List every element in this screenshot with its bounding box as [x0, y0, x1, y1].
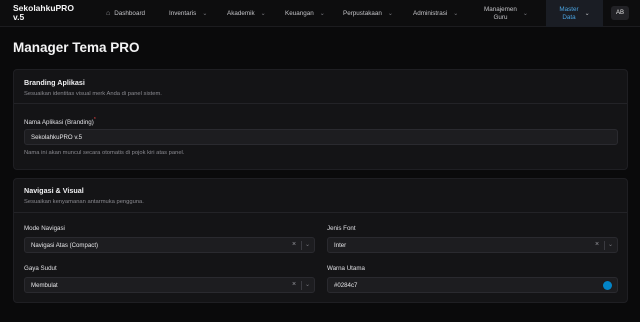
app-name-input[interactable]: SekolahkuPRO v.5 [24, 129, 618, 145]
chevron-down-icon: ⌄ [319, 11, 325, 17]
nav-manajemen-label-1: Manajemen [484, 5, 517, 13]
nav-keuangan[interactable]: Keuangan ⌄ [285, 0, 325, 27]
warna-utama-input[interactable]: #0284c7 [327, 277, 618, 293]
nav-dashboard[interactable]: ⌂ Dashboard [106, 0, 145, 27]
nav-inventaris-label: Inventaris [169, 10, 197, 17]
warna-utama-label: Warna Utama [327, 265, 365, 272]
select-divider [301, 241, 302, 250]
nav-keuangan-label: Keuangan [285, 10, 314, 17]
nav-dashboard-label: Dashboard [114, 10, 146, 17]
chevron-down-icon[interactable]: ⌄ [305, 281, 310, 288]
chevron-down-icon: ⌄ [387, 11, 393, 17]
required-marker: * [93, 117, 96, 123]
jenis-font-value: Inter [334, 241, 347, 249]
top-navbar: SekolahkuPRO v.5 ⌂ Dashboard Inventaris … [0, 0, 640, 27]
chevron-down-icon: ⌄ [202, 11, 208, 17]
mode-navigasi-label: Mode Navigasi [24, 225, 65, 232]
chevron-down-icon: ⌄ [260, 11, 266, 17]
brand-version: v.5 [13, 12, 25, 22]
warna-utama-value: #0284c7 [334, 281, 358, 289]
nav-inventaris[interactable]: Inventaris ⌄ [169, 0, 207, 27]
nav-perpustakaan[interactable]: Perpustakaan ⌄ [343, 0, 393, 27]
app-name-help: Nama ini akan muncul secara otomatis di … [24, 150, 185, 156]
nav-manajemen-guru[interactable]: Manajemen Guru ⌄ [484, 0, 528, 27]
chevron-down-icon[interactable]: ⌄ [608, 241, 613, 248]
select-divider [301, 281, 302, 290]
nav-akademik[interactable]: Akademik ⌄ [227, 0, 266, 27]
chevron-down-icon[interactable]: ⌄ [305, 241, 310, 248]
close-icon[interactable]: × [292, 241, 296, 248]
nav-administrasi[interactable]: Administrasi ⌄ [413, 0, 458, 27]
jenis-font-label: Jenis Font [327, 225, 356, 232]
house-icon: ⌂ [106, 10, 111, 17]
navigasi-subtitle: Sesuaikan kenyamanan antarmuka pengguna. [24, 199, 144, 205]
jenis-font-select[interactable]: Inter × ⌄ [327, 237, 618, 253]
branding-subtitle: Sesuaikan identitas visual merk Anda di … [24, 91, 162, 97]
branding-title: Branding Aplikasi [24, 78, 85, 87]
branding-card: Branding Aplikasi Sesuaikan identitas vi… [13, 69, 628, 170]
gaya-sudut-value: Membulat [31, 281, 58, 289]
gaya-sudut-select[interactable]: Membulat × ⌄ [24, 277, 315, 293]
color-swatch[interactable] [603, 281, 612, 290]
branding-card-header: Branding Aplikasi Sesuaikan identitas vi… [14, 70, 627, 104]
page-title: Manager Tema PRO [13, 40, 140, 55]
navigasi-card: Navigasi & Visual Sesuaikan kenyamanan a… [13, 178, 628, 303]
close-icon[interactable]: × [292, 281, 296, 288]
navigasi-title: Navigasi & Visual [24, 186, 84, 195]
app-name-label-text: Nama Aplikasi (Branding) [24, 119, 94, 127]
navigasi-card-header: Navigasi & Visual Sesuaikan kenyamanan a… [14, 179, 627, 213]
nav-master-label-1: Master [559, 5, 579, 13]
chevron-down-icon: ⌄ [453, 11, 459, 17]
gaya-sudut-label: Gaya Sudut [24, 265, 57, 272]
avatar[interactable]: AB [611, 6, 629, 20]
mode-navigasi-value: Navigasi Atas (Compact) [31, 241, 99, 249]
chevron-down-icon: ⌄ [584, 11, 590, 17]
mode-navigasi-select[interactable]: Navigasi Atas (Compact) × ⌄ [24, 237, 315, 253]
nav-perpustakaan-label: Perpustakaan [343, 10, 382, 17]
nav-akademik-label: Akademik [227, 10, 255, 17]
nav-administrasi-label: Administrasi [413, 10, 448, 17]
app-name-label: Nama Aplikasi (Branding)* [24, 117, 96, 126]
select-divider [604, 241, 605, 250]
app-brand[interactable]: SekolahkuPRO v.5 [13, 4, 74, 22]
nav-manajemen-label-2: Guru [493, 13, 508, 21]
nav-master-label-2: Data [562, 13, 576, 21]
close-icon[interactable]: × [595, 241, 599, 248]
app-name-value: SekolahkuPRO v.5 [31, 133, 83, 141]
chevron-down-icon: ⌄ [522, 11, 528, 17]
nav-master-data[interactable]: Master Data ⌄ [546, 0, 603, 27]
